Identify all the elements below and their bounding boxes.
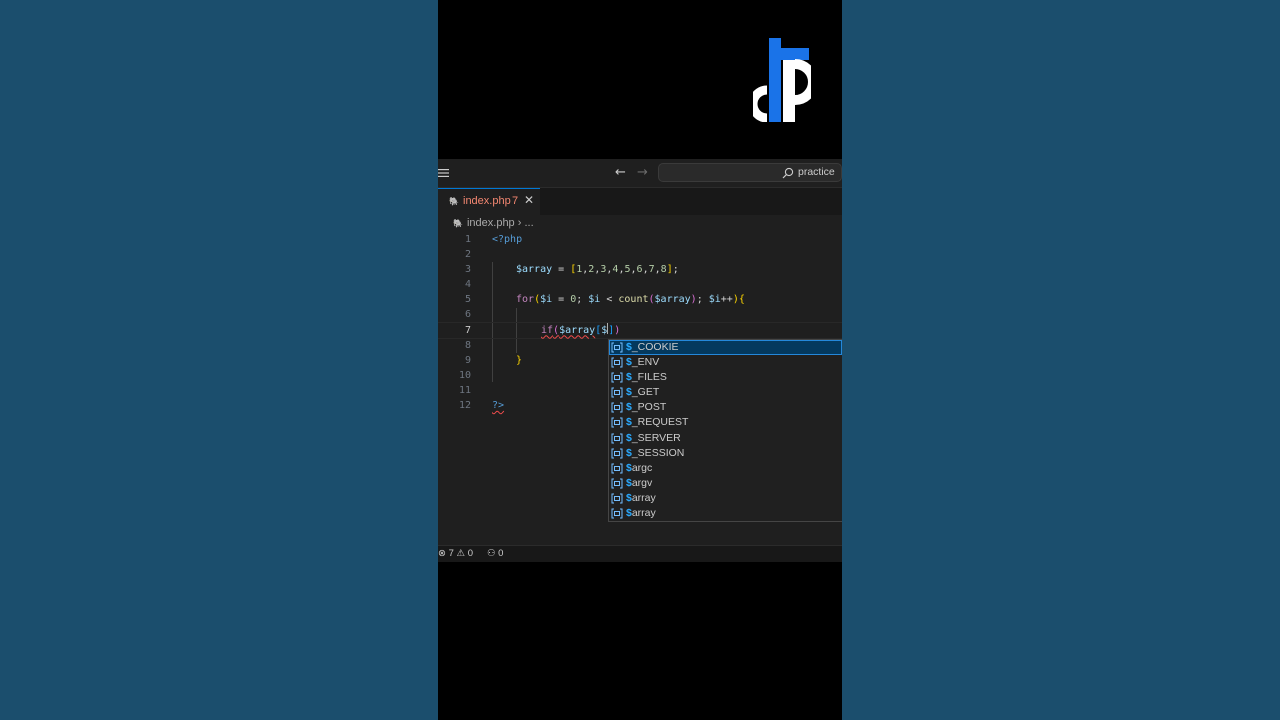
error-icon: ⊗: [438, 548, 446, 559]
search-icon: [782, 167, 794, 179]
suggestion-label: $_FILES: [626, 371, 667, 384]
suggestion-label: $array: [626, 491, 656, 504]
line-number: 9: [464, 354, 471, 366]
suggestion-label: $argc: [626, 461, 653, 474]
code-line-current: 7 if($array[$]): [438, 321, 842, 339]
breadcrumb-separator: ›: [517, 217, 522, 229]
line-number: 6: [464, 309, 471, 321]
ports-status[interactable]: ⚇ 0: [487, 548, 503, 559]
forward-arrow-icon[interactable]: →: [637, 165, 648, 180]
line-number: 10: [458, 369, 471, 381]
suggestion-label: $_ENV: [626, 356, 660, 369]
suggestion-item[interactable]: $_SESSION: [609, 446, 842, 461]
suggestion-item[interactable]: $_POST: [609, 400, 842, 415]
variable-icon: [611, 478, 623, 489]
line-number: 4: [464, 279, 471, 291]
breadcrumb-file[interactable]: index.php: [467, 217, 515, 229]
line-number: 5: [464, 294, 471, 306]
tab-problem-count: 7: [512, 195, 519, 207]
suggestion-item[interactable]: $_FILES: [609, 370, 842, 385]
line-number: 11: [458, 384, 471, 396]
suggestion-item[interactable]: $argv: [609, 476, 842, 491]
channel-logo: [753, 38, 811, 122]
php-close-tag: ?>: [492, 400, 505, 412]
php-file-icon: 🐘: [449, 197, 459, 206]
variable-icon: [611, 493, 623, 504]
suggestion-item[interactable]: $_SERVER: [609, 431, 842, 446]
variable-icon: [611, 463, 623, 474]
autocomplete-suggestions[interactable]: $_COOKIE $_ENV $_FILES $_GET $_POST $_REQUEST…: [608, 339, 842, 522]
back-arrow-icon[interactable]: ←: [615, 165, 626, 180]
line-number: 8: [464, 339, 471, 351]
suggestion-item[interactable]: $_REQUEST: [609, 415, 842, 430]
line-number: 12: [458, 400, 471, 412]
variable-icon: [611, 387, 623, 398]
suggestion-item[interactable]: $_ENV: [609, 355, 842, 370]
code-line: 2: [438, 247, 842, 262]
suggestion-label: $array: [626, 507, 656, 520]
video-frame: ← → practice 🐘 index.php 7 ✕ 🐘 index.php …: [438, 0, 842, 720]
background-left: [0, 0, 438, 720]
suggestion-item[interactable]: $argc: [609, 461, 842, 476]
background-right: [842, 0, 1280, 720]
search-text: practice: [798, 166, 835, 178]
variable-icon: [611, 448, 623, 459]
line-number: 3: [464, 264, 471, 276]
line-number: 7: [464, 324, 471, 336]
tab-label: index.php: [463, 195, 511, 207]
tab-index-php[interactable]: 🐘 index.php 7 ✕: [438, 188, 540, 215]
status-bar: ⊗ 7 ⚠ 0 ⚇ 0: [438, 545, 842, 562]
error-count: 7: [448, 548, 454, 559]
ports-count: 0: [498, 548, 504, 559]
suggestion-label: $_REQUEST: [626, 416, 689, 429]
line-number: 1: [464, 234, 471, 245]
code-line: 1 <?php: [438, 232, 842, 247]
problems-status[interactable]: ⊗ 7 ⚠ 0: [438, 548, 473, 559]
suggestion-label: $_SERVER: [626, 431, 681, 444]
title-bar: ← → practice: [438, 159, 842, 188]
variable-icon: [611, 433, 623, 444]
suggestion-label: $argv: [626, 476, 653, 489]
code-line: 4: [438, 277, 842, 292]
variable-icon: [611, 402, 623, 413]
suggestion-item[interactable]: $array: [609, 506, 842, 521]
close-icon[interactable]: ✕: [524, 193, 534, 207]
suggestion-item[interactable]: $_GET: [609, 385, 842, 400]
warning-icon: ⚠: [456, 548, 466, 559]
suggestion-label: $_SESSION: [626, 446, 685, 459]
code-line: 3 $array = [1,2,3,4,5,6,7,8];: [438, 262, 842, 277]
code-line: 6: [438, 307, 842, 322]
breadcrumb-rest[interactable]: ...: [524, 217, 533, 229]
php-open-tag: <?php: [492, 234, 523, 245]
broadcast-icon: ⚇: [487, 548, 496, 559]
variable-icon: [611, 342, 623, 353]
command-center-search[interactable]: practice: [658, 163, 842, 182]
suggestion-label: $_GET: [626, 386, 660, 399]
variable-icon: [611, 357, 623, 368]
breadcrumb: 🐘 index.php › ...: [453, 217, 534, 233]
variable-icon: [611, 508, 623, 519]
suggestion-label: $_COOKIE: [626, 341, 679, 353]
variable-icon: [611, 372, 623, 383]
tab-bar: 🐘 index.php 7 ✕: [438, 188, 842, 215]
line-number: 2: [464, 249, 471, 261]
php-file-icon: 🐘: [453, 219, 463, 228]
suggestion-item[interactable]: $array: [609, 491, 842, 506]
hamburger-menu-icon[interactable]: [438, 166, 452, 180]
warning-count: 0: [467, 548, 474, 559]
suggestion-item[interactable]: $_COOKIE: [609, 340, 842, 356]
code-line: 5 for($i = 0; $i < count($array); $i++){: [438, 292, 842, 307]
suggestion-label: $_POST: [626, 401, 667, 414]
variable-icon: [611, 417, 623, 428]
